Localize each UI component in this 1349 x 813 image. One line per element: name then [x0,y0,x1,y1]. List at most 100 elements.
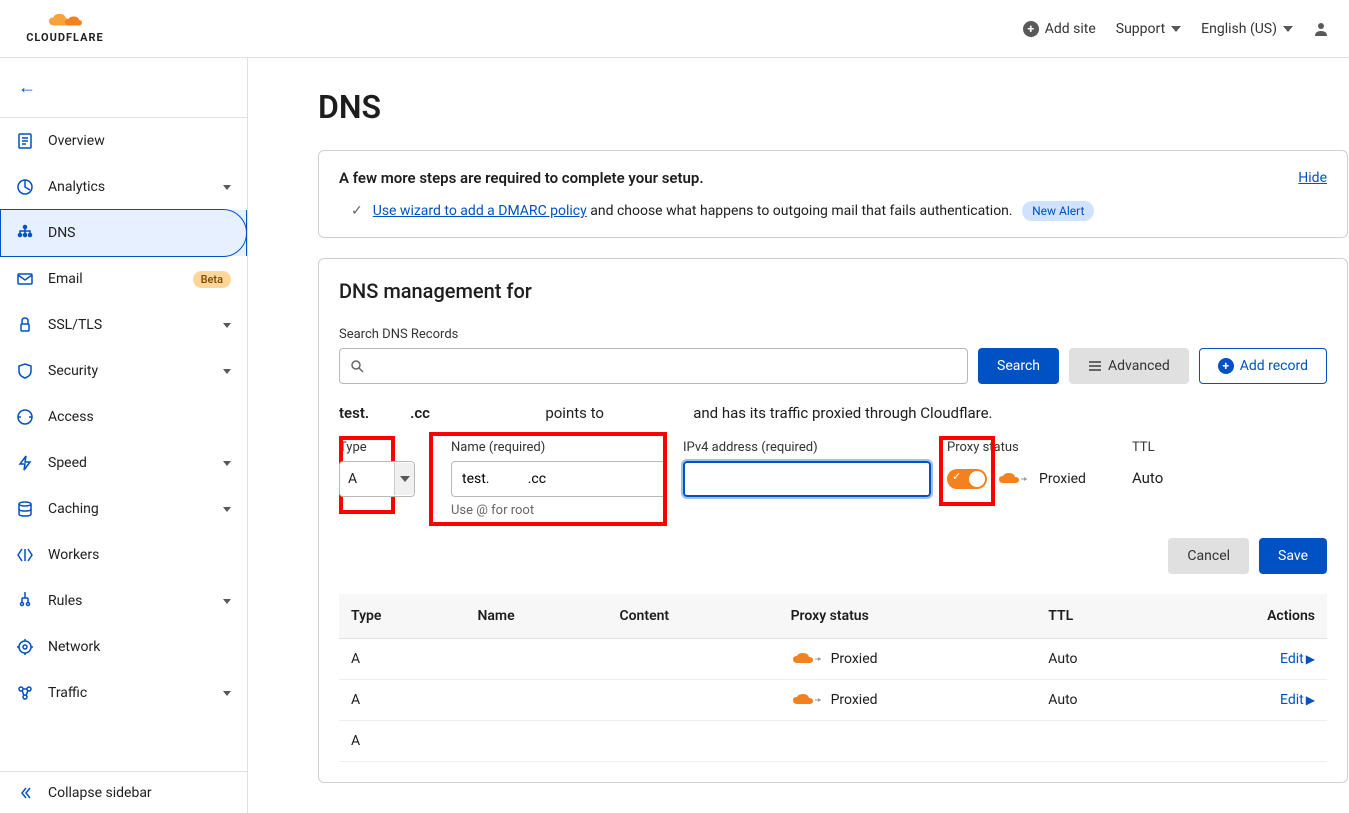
nav-icon [16,592,34,610]
user-icon [1313,21,1329,37]
ttl-value: Auto [1132,461,1163,487]
add-record-button[interactable]: + Add record [1199,348,1327,384]
cloudflare-cloud-icon [791,651,823,667]
nav-label: Email [48,271,179,287]
support-menu[interactable]: Support [1116,21,1181,37]
sidebar-item-security[interactable]: Security [0,348,247,394]
user-menu[interactable] [1313,21,1329,37]
sidebar-item-dns[interactable]: DNS [0,210,247,256]
caret-down-icon [223,691,231,696]
cancel-button[interactable]: Cancel [1168,538,1249,574]
nav-icon [16,546,34,564]
search-label: Search DNS Records [339,327,1327,342]
name-input[interactable] [451,461,667,497]
header: CLOUDFLARE + Add site Support English (U… [0,0,1349,58]
search-input[interactable] [364,358,957,374]
advanced-button[interactable]: Advanced [1069,348,1189,384]
nav-label: Caching [48,501,209,517]
cloudflare-cloud-icon [791,692,823,708]
setup-text: and choose what happens to outgoing mail… [587,203,1013,219]
sidebar-item-analytics[interactable]: Analytics [0,164,247,210]
ttl-label: TTL [1132,440,1163,455]
type-value: A [348,471,357,487]
hide-link[interactable]: Hide [1298,170,1327,186]
nav-label: Security [48,363,209,379]
type-label: Type [339,440,415,455]
proxy-value: Proxied [1039,471,1086,487]
back-arrow-icon[interactable]: ← [18,77,36,98]
caret-down-icon [223,461,231,466]
edit-link[interactable]: Edit▶ [1280,651,1315,667]
check-icon: ✓ [351,203,363,219]
collapse-sidebar-button[interactable]: Collapse sidebar [0,771,247,813]
cloudflare-logo-icon [47,13,83,29]
type-select[interactable]: A [339,461,415,497]
nav-label: Speed [48,455,209,471]
caret-down-icon [223,323,231,328]
nav-icon [16,408,34,426]
sidebar-item-workers[interactable]: Workers [0,532,247,578]
nav-icon [16,178,34,196]
sidebar-item-email[interactable]: Email Beta [0,256,247,302]
language-label: English (US) [1201,21,1277,37]
save-button[interactable]: Save [1259,538,1327,574]
brand-text: CLOUDFLARE [26,31,104,44]
nav-icon [16,684,34,702]
nav-label: Network [48,639,231,655]
nav-icon [16,316,34,334]
column-header: Proxy status [779,594,1037,639]
sidebar-item-caching[interactable]: Caching [0,486,247,532]
new-alert-badge: New Alert [1022,201,1094,221]
nav-label: Overview [48,133,231,149]
search-icon [350,359,364,373]
list-icon [1088,359,1102,373]
nav-icon [16,638,34,656]
add-site-button[interactable]: + Add site [1023,21,1096,37]
beta-badge: Beta [193,271,231,288]
nav-icon [16,454,34,472]
record-summary: test. .cc points to and has its traffic … [339,404,1327,422]
nav-icon [16,500,34,518]
column-header: TTL [1036,594,1160,639]
column-header: Type [339,594,465,639]
column-header: Content [607,594,778,639]
add-record-label: Add record [1240,358,1308,374]
sidebar-item-speed[interactable]: Speed [0,440,247,486]
sidebar-item-access[interactable]: Access [0,394,247,440]
sidebar-item-rules[interactable]: Rules [0,578,247,624]
caret-down-icon [223,369,231,374]
nav-label: Workers [48,547,231,563]
search-input-wrapper[interactable] [339,348,968,384]
caret-down-icon [1283,26,1293,32]
add-site-label: Add site [1045,21,1096,37]
edit-link[interactable]: Edit▶ [1280,692,1315,708]
ip-label: IPv4 address (required) [683,440,931,455]
nav-label: Rules [48,593,209,609]
advanced-label: Advanced [1108,358,1170,374]
nav-icon [16,270,34,288]
dmarc-wizard-link[interactable]: Use wizard to add a DMARC policy [373,203,587,219]
language-menu[interactable]: English (US) [1201,21,1293,37]
dns-records-table: TypeNameContentProxy statusTTLActions AP… [339,594,1327,762]
sidebar-item-traffic[interactable]: Traffic [0,670,247,716]
sidebar-item-ssltls[interactable]: SSL/TLS [0,302,247,348]
setup-banner: A few more steps are required to complet… [318,150,1348,238]
search-button[interactable]: Search [978,348,1059,384]
column-header: Actions [1160,594,1327,639]
nav-label: Access [48,409,231,425]
nav-icon [16,224,34,242]
main-content: DNS A few more steps are required to com… [248,58,1348,813]
proxy-toggle[interactable] [947,469,987,489]
sidebar-item-network[interactable]: Network [0,624,247,670]
column-header: Name [465,594,607,639]
sidebar-item-overview[interactable]: Overview [0,118,247,164]
plus-icon: + [1218,358,1234,374]
caret-down-icon [223,507,231,512]
ipv4-input[interactable] [683,461,931,497]
collapse-label: Collapse sidebar [48,785,152,801]
nav-label: Traffic [48,685,209,701]
logo[interactable]: CLOUDFLARE [0,9,120,49]
caret-down-icon [400,476,410,482]
nav-icon [16,132,34,150]
mgmt-title: DNS management for [339,279,1327,303]
